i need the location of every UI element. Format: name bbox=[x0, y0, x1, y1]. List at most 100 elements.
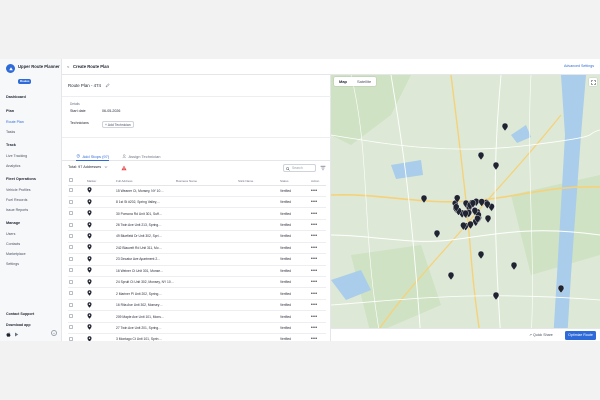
row-checkbox[interactable] bbox=[69, 222, 73, 227]
table-row[interactable]: 209 Maple Ave Unit 101, Mons… Verified ••• bbox=[68, 310, 326, 323]
row-select-cell[interactable] bbox=[68, 265, 86, 278]
row-select-cell[interactable] bbox=[68, 219, 86, 232]
column-header-status[interactable]: Status bbox=[279, 177, 310, 186]
table-row[interactable]: 30 Pomona Rd Unit 301, Suff… Verified ••• bbox=[68, 207, 326, 220]
optimize-route-button[interactable]: Optimize Route bbox=[565, 331, 596, 340]
more-actions-icon[interactable]: ••• bbox=[311, 245, 317, 251]
row-checkbox[interactable] bbox=[69, 268, 73, 273]
contact-support-link[interactable]: Contact Support bbox=[6, 309, 58, 320]
more-actions-icon[interactable]: ••• bbox=[311, 256, 317, 262]
table-row[interactable]: 24 Sprult Ct Unit 302, Monsey, NY 10… Ver… bbox=[68, 276, 326, 289]
search-input[interactable]: Search bbox=[283, 164, 316, 172]
sidebar-item-route-plan[interactable]: Route Plan bbox=[6, 117, 58, 127]
table-row[interactable]: 3 Montago Ct Unit 101, Sprin… Verified ••• bbox=[68, 333, 326, 341]
more-actions-icon[interactable]: ••• bbox=[311, 233, 317, 239]
more-actions-icon[interactable]: ••• bbox=[311, 199, 317, 205]
row-checkbox[interactable] bbox=[69, 256, 73, 261]
more-actions-icon[interactable]: ••• bbox=[311, 325, 317, 331]
row-select-cell[interactable] bbox=[68, 230, 86, 243]
column-header-full-address[interactable]: Full Address bbox=[115, 177, 175, 186]
row-select-cell[interactable] bbox=[68, 242, 86, 255]
row-actions[interactable]: ••• bbox=[310, 219, 326, 232]
plan-name[interactable]: Route Plan - 474 bbox=[68, 83, 101, 88]
sidebar-item-vehicle-profiles[interactable]: Vehicle Profiles bbox=[6, 185, 58, 195]
tab-assign-technician[interactable]: Assign Technician bbox=[122, 152, 160, 161]
row-actions[interactable]: ••• bbox=[310, 230, 326, 243]
row-select-cell[interactable] bbox=[68, 196, 86, 209]
sidebar-item-fuel-records[interactable]: Fuel Records bbox=[6, 195, 58, 205]
edit-pencil-icon[interactable] bbox=[105, 83, 110, 88]
warning-icon[interactable] bbox=[121, 165, 127, 171]
row-select-cell[interactable] bbox=[68, 310, 86, 323]
sidebar-item-marketplace[interactable]: Marketplace bbox=[6, 249, 58, 259]
more-actions-icon[interactable]: ••• bbox=[311, 211, 317, 217]
row-actions[interactable]: ••• bbox=[310, 207, 326, 220]
fullscreen-icon[interactable] bbox=[589, 78, 597, 86]
table-row[interactable]: 2 Mariner Pl Unit 202, Spring… Verified ••… bbox=[68, 287, 326, 300]
more-actions-icon[interactable]: ••• bbox=[311, 336, 317, 341]
row-select-cell[interactable] bbox=[68, 207, 86, 220]
row-checkbox[interactable] bbox=[69, 336, 73, 341]
row-actions[interactable]: ••• bbox=[310, 265, 326, 278]
sidebar-item-dashboard[interactable]: Dashboard bbox=[6, 92, 58, 103]
back-button[interactable]: < bbox=[67, 64, 69, 69]
row-actions[interactable]: ••• bbox=[310, 253, 326, 266]
table-row[interactable]: 8 1st St #202, Spring Valley,… Verified ••… bbox=[68, 196, 326, 209]
table-row[interactable]: 16 Weiner Ct Unit 301, Monse… Verified ••• bbox=[68, 265, 326, 278]
tab-add-stops[interactable]: Add Stops (97) bbox=[76, 152, 110, 161]
sidebar-item-users[interactable]: Users bbox=[6, 229, 58, 239]
apple-icon[interactable] bbox=[6, 332, 11, 337]
quick-share-button[interactable]: ↗ Quick Share bbox=[529, 333, 553, 337]
row-checkbox[interactable] bbox=[69, 325, 73, 330]
row-actions[interactable]: ••• bbox=[310, 299, 326, 312]
row-select-cell[interactable] bbox=[68, 276, 86, 289]
map-tab-map[interactable]: Map bbox=[334, 77, 352, 86]
row-actions[interactable]: ••• bbox=[310, 310, 326, 323]
row-checkbox[interactable] bbox=[69, 188, 73, 193]
sidebar-item-live-tracking[interactable]: Live Tracking bbox=[6, 151, 58, 161]
table-row[interactable]: 16 Rita Ave Unit 302, Monsey… Verified ••• bbox=[68, 299, 326, 312]
filter-icon[interactable] bbox=[320, 165, 326, 171]
table-row[interactable]: 15 Weaner Ct, Monsey, NY 10… Verified ••• bbox=[68, 185, 326, 197]
more-actions-icon[interactable]: ••• bbox=[311, 314, 317, 320]
map-tab-satellite[interactable]: Satellite bbox=[352, 77, 376, 86]
column-header-marker[interactable]: Marker bbox=[86, 177, 115, 186]
sidebar-item-analytics[interactable]: Analytics bbox=[6, 161, 58, 171]
table-row[interactable]: 27 Twin Ave Unit 201, Spring… Verified ••• bbox=[68, 322, 326, 335]
row-select-cell[interactable] bbox=[68, 322, 86, 335]
row-actions[interactable]: ••• bbox=[310, 242, 326, 255]
row-checkbox[interactable] bbox=[69, 279, 73, 284]
row-actions[interactable]: ••• bbox=[310, 276, 326, 289]
row-actions[interactable]: ••• bbox=[310, 322, 326, 335]
row-checkbox[interactable] bbox=[69, 211, 73, 216]
add-technician-button[interactable]: + Add Technician bbox=[102, 121, 134, 128]
table-row[interactable]: 26 Twin Ave Unit 213, Spring… Verified ••• bbox=[68, 219, 326, 232]
more-actions-icon[interactable]: ••• bbox=[311, 291, 317, 297]
row-select-cell[interactable] bbox=[68, 299, 86, 312]
row-select-cell[interactable] bbox=[68, 185, 86, 197]
row-actions[interactable]: ••• bbox=[310, 196, 326, 209]
select-all-header[interactable] bbox=[68, 177, 86, 186]
row-actions[interactable]: ••• bbox=[310, 185, 326, 197]
table-row[interactable]: 23 Decatur Ave Apartment 2… Verified ••• bbox=[68, 253, 326, 266]
row-actions[interactable]: ••• bbox=[310, 333, 326, 341]
row-select-cell[interactable] bbox=[68, 333, 86, 341]
select-all-checkbox[interactable] bbox=[69, 178, 73, 183]
row-select-cell[interactable] bbox=[68, 253, 86, 266]
sidebar-item-tasks[interactable]: Tasks bbox=[6, 127, 58, 137]
more-actions-icon[interactable]: ••• bbox=[311, 268, 317, 274]
advanced-settings-link[interactable]: Advanced Settings bbox=[564, 64, 594, 68]
play-store-icon[interactable] bbox=[14, 332, 19, 337]
sidebar-item-settings[interactable]: Settings bbox=[6, 259, 58, 269]
sidebar-item-contacts[interactable]: Contacts bbox=[6, 239, 58, 249]
collapse-sidebar-icon[interactable]: « bbox=[51, 330, 57, 336]
row-checkbox[interactable] bbox=[69, 302, 73, 307]
total-addresses-select[interactable]: Total: 97 Addresses bbox=[68, 165, 108, 169]
row-checkbox[interactable] bbox=[69, 199, 73, 204]
row-checkbox[interactable] bbox=[69, 291, 73, 296]
more-actions-icon[interactable]: ••• bbox=[311, 279, 317, 285]
more-actions-icon[interactable]: ••• bbox=[311, 302, 317, 308]
row-select-cell[interactable] bbox=[68, 287, 86, 300]
more-actions-icon[interactable]: ••• bbox=[311, 222, 317, 228]
row-checkbox[interactable] bbox=[69, 233, 73, 238]
